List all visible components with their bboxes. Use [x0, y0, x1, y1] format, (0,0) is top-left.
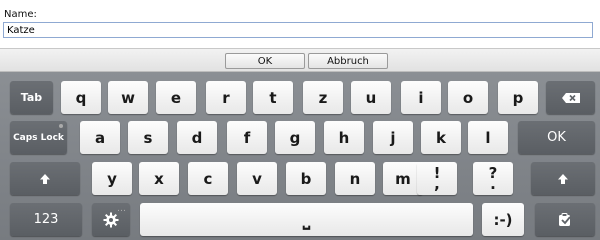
key-n[interactable]: n	[335, 162, 375, 195]
smiley-key[interactable]: :-)	[482, 203, 524, 236]
key-l[interactable]: l	[468, 121, 508, 154]
period-label: .	[490, 174, 496, 193]
key-y[interactable]: y	[92, 162, 132, 195]
caps-lock-key[interactable]: Caps Lock	[10, 121, 67, 154]
backspace-icon	[561, 92, 580, 103]
tab-key[interactable]: Tab	[10, 81, 53, 114]
comma-label: ,	[434, 174, 440, 193]
name-label: Name:	[4, 9, 37, 20]
key-h[interactable]: h	[324, 121, 364, 154]
clipboard-key[interactable]	[535, 203, 595, 236]
key-c[interactable]: c	[188, 162, 228, 195]
key-r[interactable]: r	[206, 81, 246, 114]
key-w[interactable]: w	[108, 81, 148, 114]
key-f[interactable]: f	[227, 121, 267, 154]
settings-key[interactable]: …	[92, 203, 130, 236]
key-d[interactable]: d	[177, 121, 217, 154]
key-p[interactable]: p	[498, 81, 538, 114]
exclamation-comma-key[interactable]: !,	[417, 162, 457, 195]
name-input[interactable]: Katze	[3, 22, 593, 38]
cancel-button[interactable]: Abbruch	[308, 53, 388, 69]
key-k[interactable]: k	[421, 121, 461, 154]
key-z[interactable]: z	[303, 81, 343, 114]
key-o[interactable]: o	[448, 81, 488, 114]
shift-arrow-icon	[558, 173, 568, 184]
key-q[interactable]: q	[61, 81, 101, 114]
key-g[interactable]: g	[275, 121, 315, 154]
shift-arrow-icon	[40, 173, 50, 184]
shift-left-key[interactable]	[10, 162, 80, 195]
key-v[interactable]: v	[237, 162, 277, 195]
backspace-key[interactable]	[546, 81, 595, 114]
key-j[interactable]: j	[373, 121, 413, 154]
key-t[interactable]: t	[253, 81, 293, 114]
key-s[interactable]: s	[128, 121, 168, 154]
numbers-key[interactable]: 123	[10, 203, 82, 236]
space-glyph: ⎵	[302, 209, 311, 230]
ok-button[interactable]: OK	[225, 53, 305, 69]
key-i[interactable]: i	[401, 81, 441, 114]
ok-key[interactable]: OK	[518, 121, 595, 154]
key-x[interactable]: x	[139, 162, 179, 195]
dialog-button-bar: OK Abbruch	[0, 48, 600, 72]
on-screen-keyboard: Tab qwertzuiop Caps Lock asdfghjkl OK yx…	[0, 72, 600, 240]
caps-lock-label: Caps Lock	[13, 132, 64, 143]
key-a[interactable]: a	[80, 121, 120, 154]
clipboard-icon	[559, 212, 571, 226]
question-period-key[interactable]: ?.	[473, 162, 513, 195]
caps-indicator	[59, 124, 63, 128]
key-b[interactable]: b	[286, 162, 326, 195]
shift-right-key[interactable]	[531, 162, 595, 195]
space-key[interactable]: ⎵	[140, 203, 473, 236]
key-u[interactable]: u	[351, 81, 391, 114]
key-e[interactable]: e	[156, 81, 196, 114]
